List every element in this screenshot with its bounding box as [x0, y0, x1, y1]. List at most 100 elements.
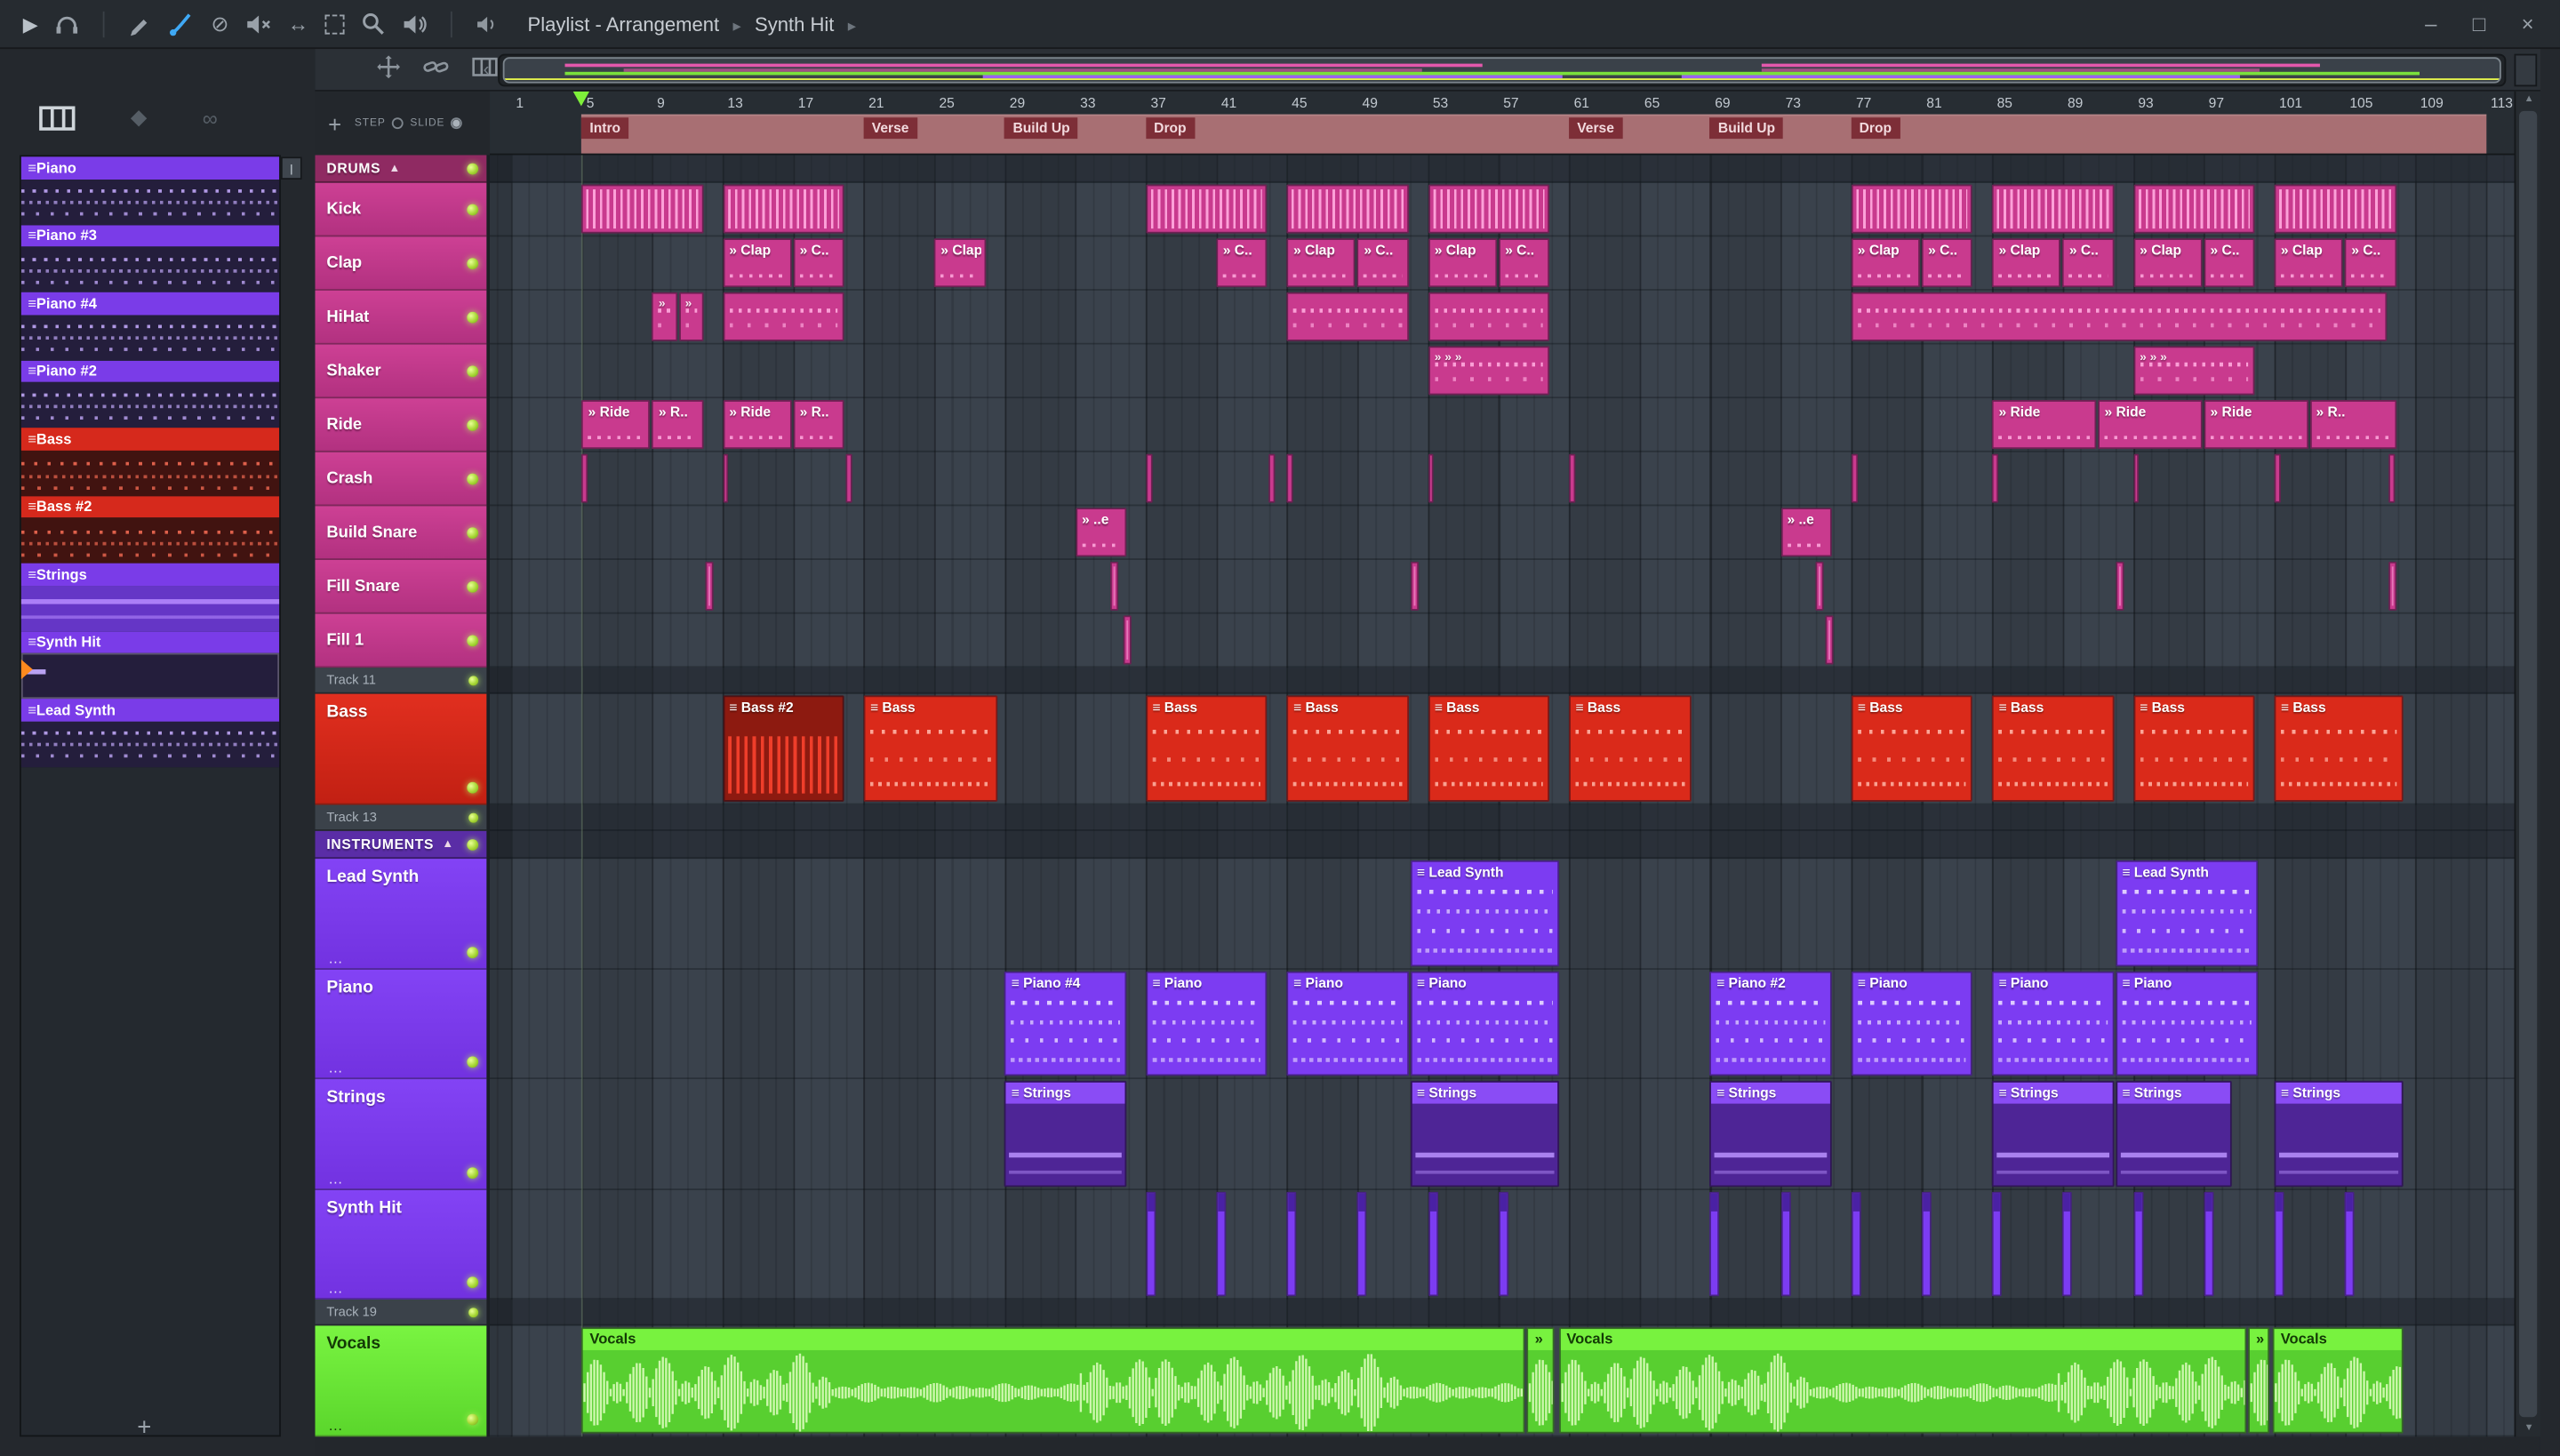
track-header-build-snare[interactable]: Build Snare	[315, 506, 487, 560]
clip-r[interactable]: R..	[793, 399, 844, 450]
clip-c[interactable]: C..	[1357, 238, 1409, 288]
clip-bass-2[interactable]: Bass #2	[722, 695, 844, 802]
section-marker-intro[interactable]: Intro	[581, 117, 629, 140]
clip-ride[interactable]: Ride	[722, 399, 792, 450]
diamond-icon[interactable]: ◆	[131, 105, 147, 131]
clip-synth-hit[interactable]	[1992, 1190, 2003, 1297]
clip-fill-snare[interactable]	[1410, 561, 1419, 611]
clip-synth-hit[interactable]	[2062, 1190, 2073, 1297]
clip-bass[interactable]: Bass	[863, 695, 998, 802]
clip-[interactable]: » » »	[1428, 346, 1550, 396]
clip-vocals[interactable]: Vocals	[581, 1327, 1525, 1434]
track-lane-build-snare[interactable]	[490, 506, 2515, 560]
clip-c[interactable]: C..	[1921, 238, 1973, 288]
clip-crash[interactable]	[1428, 453, 1435, 503]
clip-crash[interactable]	[722, 453, 730, 503]
pattern-item-bass[interactable]: Bass	[20, 428, 280, 496]
track-mute-led[interactable]	[467, 257, 479, 269]
select-tool-icon[interactable]	[324, 13, 345, 34]
clip-clap[interactable]: Clap	[1286, 238, 1356, 288]
clip-[interactable]: »	[1526, 1327, 1556, 1434]
clip-kick[interactable]	[1992, 184, 2115, 234]
track-lane-track-19[interactable]	[490, 1300, 2515, 1326]
clip-e[interactable]: ..e	[1780, 508, 1832, 557]
clip-fill-snare[interactable]	[1110, 561, 1119, 611]
clip-piano[interactable]: Piano	[2115, 970, 2259, 1076]
track-options-icon[interactable]: …	[328, 1060, 343, 1076]
clip-strings[interactable]: Strings	[1709, 1080, 1832, 1187]
horizontal-scrollbar[interactable]: ‹ ›	[484, 53, 2521, 87]
clip-synth-hit[interactable]	[1145, 1190, 1156, 1297]
clip-piano[interactable]: Piano	[1851, 970, 1973, 1076]
link-icon[interactable]: ∞	[203, 105, 218, 130]
clip-ride[interactable]: Ride	[581, 399, 651, 450]
clip-crash[interactable]	[1569, 453, 1576, 503]
piano-roll-icon[interactable]	[39, 105, 76, 131]
clip-crash[interactable]	[581, 453, 588, 503]
clip-kick[interactable]	[2274, 184, 2396, 234]
track-lane-fill-1[interactable]	[490, 614, 2515, 668]
clip-bass[interactable]: Bass	[1428, 695, 1550, 802]
clip-piano[interactable]: Piano	[1286, 970, 1409, 1076]
add-track-button[interactable]: +	[328, 110, 341, 136]
clip-crash[interactable]	[2132, 453, 2140, 503]
track-mute-led[interactable]	[467, 580, 479, 592]
clip-vocals[interactable]: Vocals	[2272, 1327, 2404, 1434]
clip-fill-snare[interactable]	[705, 561, 714, 611]
track-mute-led[interactable]	[467, 946, 479, 958]
clip-hihat[interactable]	[1851, 292, 2388, 341]
track-options-icon[interactable]: …	[328, 949, 343, 965]
clip-synth-hit[interactable]	[1428, 1190, 1438, 1297]
scroll-corner-button[interactable]	[2514, 53, 2538, 87]
play-button[interactable]: ▶	[23, 14, 38, 34]
track-mute-led[interactable]	[467, 472, 479, 484]
vertical-scroll-thumb[interactable]	[2519, 110, 2538, 1418]
track-header-hihat[interactable]: HiHat	[315, 290, 487, 345]
clip-synth-hit[interactable]	[2344, 1190, 2355, 1297]
collapse-group-icon[interactable]: ▲	[442, 838, 453, 850]
scroll-down-icon[interactable]: ▼	[2516, 1424, 2541, 1434]
clip-crash[interactable]	[1992, 453, 1999, 503]
track-header-fill-snare[interactable]: Fill Snare	[315, 559, 487, 614]
scroll-up-icon[interactable]: ▲	[2516, 95, 2541, 105]
track-lane-track-11[interactable]	[490, 668, 2515, 694]
clip-kick[interactable]	[1851, 184, 1973, 234]
clip-clap[interactable]: Clap	[722, 238, 792, 288]
vertical-scrollbar[interactable]: ▲ ▼	[2514, 91, 2541, 1437]
draw-tool-icon[interactable]	[128, 12, 153, 36]
clip-strings[interactable]: Strings	[1410, 1080, 1559, 1187]
track-header-track-11[interactable]: Track 11	[315, 668, 487, 694]
clip-fill-1[interactable]	[1123, 615, 1132, 665]
track-header-bass[interactable]: Bass	[315, 693, 487, 805]
clip-ride[interactable]: Ride	[2098, 399, 2203, 450]
track-header-fill-1[interactable]: Fill 1	[315, 613, 487, 668]
clip-c[interactable]: C..	[2062, 238, 2115, 288]
clip-crash[interactable]	[845, 453, 852, 503]
track-options-icon[interactable]: …	[328, 1170, 343, 1186]
playhead-marker-icon[interactable]	[573, 91, 590, 107]
track-lane-track-13[interactable]	[490, 804, 2515, 831]
clip-synth-hit[interactable]	[1851, 1190, 1861, 1297]
pattern-item-bass-2[interactable]: Bass #2	[20, 495, 280, 564]
clip-synth-hit[interactable]	[1286, 1190, 1297, 1297]
clip-c[interactable]: C..	[1216, 238, 1268, 288]
clip-e[interactable]: ..e	[1075, 508, 1127, 557]
section-marker-build-up[interactable]: Build Up	[1004, 117, 1078, 140]
track-mute-led[interactable]	[468, 1307, 479, 1317]
headphones-icon[interactable]	[54, 12, 80, 36]
pattern-item-piano-4[interactable]: Piano #4	[20, 292, 280, 360]
clip-lead-synth[interactable]: Lead Synth	[2115, 860, 2259, 966]
track-mute-led[interactable]	[467, 162, 479, 174]
track-mute-led[interactable]	[467, 634, 479, 646]
clip-clap[interactable]: Clap	[933, 238, 986, 288]
track-header-drums[interactable]: DRUMS ▲	[315, 155, 487, 183]
clip-hihat[interactable]	[1286, 292, 1409, 341]
clip-c[interactable]: C..	[2344, 238, 2396, 288]
timeline-ruler[interactable]: 1 5 9 13 17 21 25 29 33 37 41 45 49 53 57 61 65 69 73 77 81 8…	[490, 91, 2515, 156]
clip-bass[interactable]: Bass	[1851, 695, 1973, 802]
clip-kick[interactable]	[722, 184, 844, 234]
track-mute-led[interactable]	[467, 781, 479, 794]
clip-crash[interactable]	[2388, 453, 2396, 503]
step-toggle[interactable]	[392, 117, 404, 130]
track-header-kick[interactable]: Kick	[315, 182, 487, 237]
